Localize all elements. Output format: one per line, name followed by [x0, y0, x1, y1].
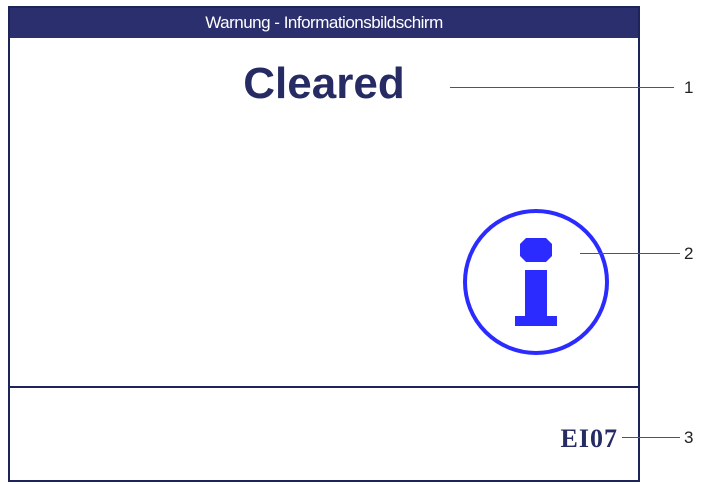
callout-line-2	[580, 253, 680, 254]
error-code: EI07	[560, 424, 618, 453]
callout-line-3	[622, 437, 680, 438]
footer-area: EI07	[10, 388, 638, 480]
warning-info-screen: Warnung - Informationsbildschirm Cleared…	[8, 6, 640, 482]
callout-number-2: 2	[684, 244, 694, 263]
callout-line-1	[450, 87, 674, 88]
status-text: Cleared	[243, 59, 405, 108]
callout-number-1: 1	[684, 78, 694, 97]
main-area: Cleared	[10, 38, 638, 388]
callout-number-3: 3	[684, 428, 694, 447]
info-circle-icon	[463, 209, 609, 355]
window-title: Warnung - Informationsbildschirm	[10, 8, 638, 38]
